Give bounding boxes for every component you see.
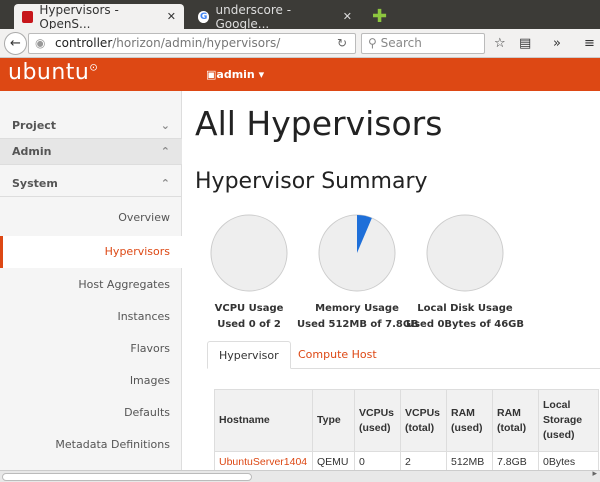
search-icon: ⚲	[368, 36, 381, 50]
project-name: admin	[216, 68, 255, 81]
navigation-bar: ← ◉ controller/horizon/admin/hypervisors/…	[0, 29, 600, 58]
bookmark-star-icon[interactable]: ☆	[494, 36, 506, 51]
ubuntu-logo[interactable]: ubuntu⊙	[8, 60, 98, 85]
column-header-local-storage-used[interactable]: Local Storage (used)	[538, 389, 599, 452]
column-header-ram-total[interactable]: RAM (total)	[492, 389, 539, 452]
chevron-down-icon: ⌄	[160, 119, 170, 132]
tab-title: Hypervisors - OpenS...	[39, 2, 119, 31]
search-placeholder: Search	[380, 36, 422, 50]
project-dropdown[interactable]: ▣admin ▾	[206, 68, 264, 81]
overflow-chevron-icon[interactable]: »	[553, 36, 561, 51]
sidebar-item-metadata-definitions[interactable]: Metadata Definitions	[0, 429, 182, 461]
sidebar-section-system[interactable]: System ⌃	[0, 171, 182, 197]
horizontal-scrollbar[interactable]: ▸	[0, 469, 600, 482]
new-tab-icon[interactable]: ✚	[364, 4, 395, 29]
browser-tab-hypervisors[interactable]: Hypervisors - OpenS... ✕	[14, 2, 184, 31]
sidebar-item-defaults[interactable]: Defaults	[0, 397, 182, 429]
hostname-link[interactable]: UbuntuServer1404	[219, 456, 307, 468]
column-header-ram-used[interactable]: RAM (used)	[446, 389, 493, 452]
column-header-type[interactable]: Type	[312, 389, 355, 452]
browser-tab-bar: Hypervisors - OpenS... ✕ Gunderscore - Go…	[0, 0, 600, 31]
menu-icon[interactable]: ≡	[584, 36, 595, 51]
section-label: System	[12, 177, 58, 190]
table-header-row: Hostname Type VCPUs (used) VCPUs (total)…	[214, 389, 599, 452]
pie-detail: Used 0 of 2	[217, 319, 281, 330]
vcpu-usage-pie: VCPU Usage Used 0 of 2	[209, 213, 289, 333]
column-header-hostname[interactable]: Hostname	[214, 389, 313, 452]
search-input[interactable]: ⚲ Search	[361, 33, 485, 54]
scroll-right-arrow-icon[interactable]: ▸	[592, 469, 597, 479]
scrollbar-thumb[interactable]	[2, 473, 252, 481]
back-button[interactable]: ←	[4, 32, 27, 55]
url-host: controller	[55, 36, 113, 50]
pie-label: Local Disk Usage	[417, 303, 513, 314]
close-tab-icon[interactable]: ✕	[343, 10, 352, 23]
url-path: /horizon/admin/hypervisors/	[112, 36, 281, 50]
sidebar-item-images[interactable]: Images	[0, 365, 182, 397]
section-label: Admin	[12, 145, 52, 158]
chevron-up-icon: ⌃	[160, 145, 170, 158]
column-header-vcpus-total[interactable]: VCPUs (total)	[400, 389, 447, 452]
pie-label: VCPU Usage	[214, 303, 284, 314]
project-icon: ▣	[206, 68, 217, 81]
pie-chart	[210, 214, 288, 292]
openstack-favicon-icon	[22, 10, 34, 23]
sidebar-section-admin[interactable]: Admin ⌃	[0, 139, 182, 165]
sidebar-item-instances[interactable]: Instances	[0, 301, 182, 333]
google-favicon-icon: G	[198, 10, 210, 23]
sidebar-item-overview[interactable]: Overview	[0, 202, 182, 234]
app-header: ubuntu⊙ ▣admin ▾	[0, 58, 600, 91]
pie-detail: Used 512MB of 7.8GB	[297, 319, 419, 330]
column-header-vcpus-used[interactable]: VCPUs (used)	[354, 389, 401, 452]
local-disk-usage-pie: Local Disk Usage Used 0Bytes of 46GB	[406, 213, 524, 333]
sidebar-section-project[interactable]: Project ⌄	[0, 113, 182, 139]
url-bar[interactable]: ◉ controller/horizon/admin/hypervisors/ ↻	[28, 33, 356, 54]
pie-detail: Used 0Bytes of 46GB	[405, 319, 525, 330]
logo-text: ubuntu	[8, 60, 90, 85]
sidebar-item-flavors[interactable]: Flavors	[0, 333, 182, 365]
tab-title: underscore - Google...	[215, 2, 292, 31]
tab-compute-host[interactable]: Compute Host	[287, 341, 388, 369]
pie-chart	[318, 214, 396, 292]
memory-usage-pie: Memory Usage Used 512MB of 7.8GB	[297, 213, 419, 333]
reload-icon[interactable]: ↻	[337, 36, 347, 50]
pie-chart	[426, 214, 504, 292]
close-tab-icon[interactable]: ✕	[167, 10, 176, 23]
section-label: Project	[12, 119, 57, 132]
reading-list-icon[interactable]: ▤	[519, 36, 531, 51]
tab-hypervisor[interactable]: Hypervisor	[207, 341, 291, 369]
chevron-up-icon: ⌃	[160, 177, 170, 190]
sidebar-item-host-aggregates[interactable]: Host Aggregates	[0, 269, 182, 301]
page-title: All Hypervisors	[195, 104, 443, 143]
pie-label: Memory Usage	[315, 303, 399, 314]
summary-title: Hypervisor Summary	[195, 169, 428, 194]
hypervisors-table: Hostname Type VCPUs (used) VCPUs (total)…	[214, 389, 599, 474]
sidebar: Project ⌄ Admin ⌃ System ⌃ Overview Hypervi…	[0, 91, 182, 471]
browser-tab-google[interactable]: Gunderscore - Google... ✕	[190, 2, 360, 31]
globe-icon: ◉	[35, 36, 46, 50]
sidebar-item-hypervisors[interactable]: Hypervisors	[0, 236, 182, 268]
hypervisor-tabs: Hypervisor Compute Host	[207, 341, 600, 369]
